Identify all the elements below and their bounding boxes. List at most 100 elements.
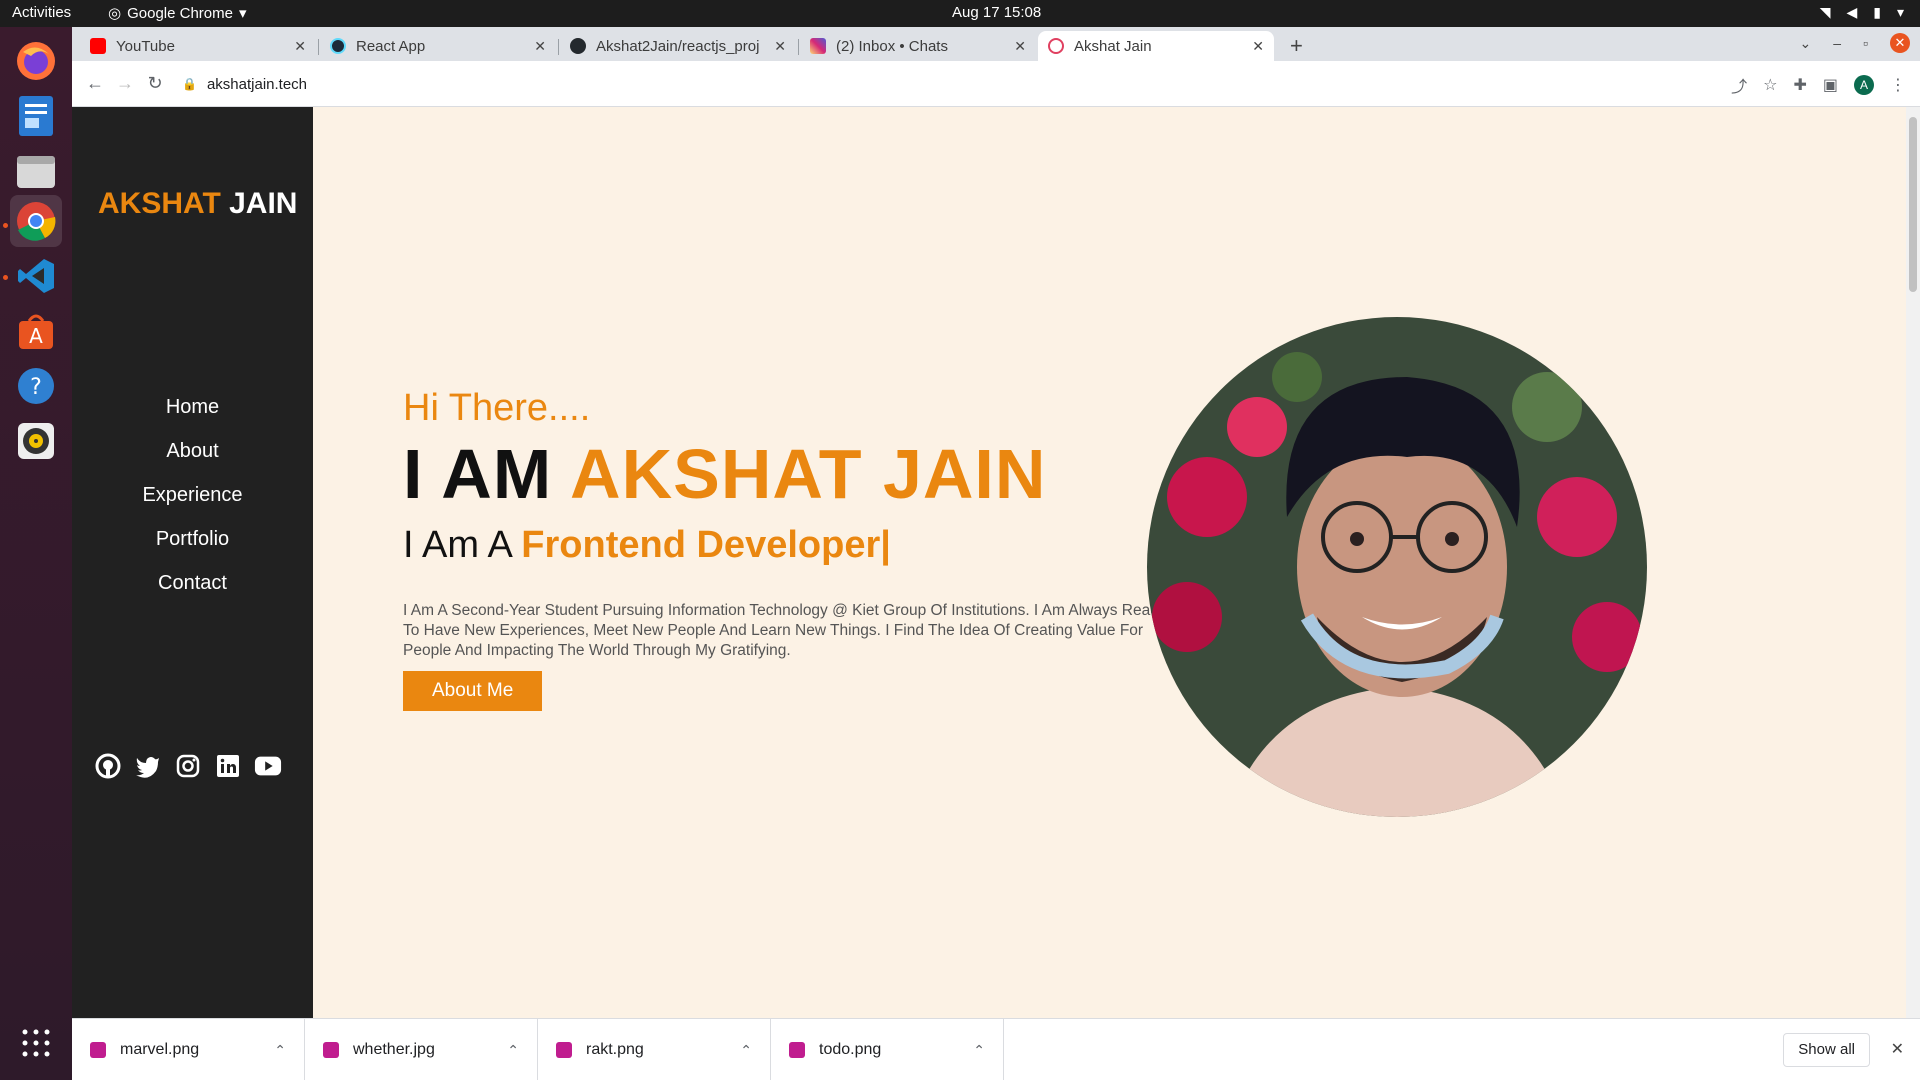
close-window-icon[interactable]: ✕	[1890, 33, 1910, 53]
chevron-up-icon[interactable]: ⌃	[973, 1042, 985, 1059]
new-tab-button[interactable]: +	[1290, 33, 1303, 59]
back-icon[interactable]: ←	[80, 73, 110, 94]
social-links	[94, 752, 282, 780]
close-icon[interactable]: ✕	[774, 38, 786, 55]
window-controls: ⌄ – ▫ ✕	[1800, 33, 1910, 53]
address-bar[interactable]: 🔒 akshatjain.tech	[182, 69, 1762, 99]
running-indicator	[3, 223, 8, 228]
system-top-bar: Activities ◎ Google Chrome ▾ Aug 17 15:0…	[0, 0, 1920, 27]
chrome-icon[interactable]	[10, 195, 62, 247]
react-favicon-icon	[330, 38, 346, 54]
download-filename: whether.jpg	[353, 1041, 435, 1058]
running-indicator	[3, 275, 8, 280]
side-panel-icon[interactable]: ▣	[1823, 75, 1838, 95]
svg-text:A: A	[29, 324, 43, 348]
reload-icon[interactable]: ↻	[140, 73, 170, 94]
page-viewport: AKSHAT JAIN Home About Experience Portfo…	[72, 107, 1920, 1018]
tab-separator	[798, 39, 799, 55]
heading-name: AKSHAT JAIN	[570, 435, 1047, 513]
tab-instagram[interactable]: (2) Inbox • Chats ✕	[800, 31, 1036, 61]
chevron-up-icon[interactable]: ⌃	[507, 1042, 519, 1059]
files-icon[interactable]	[10, 145, 62, 197]
about-me-button[interactable]: About Me	[403, 671, 543, 711]
tab-akshat-jain[interactable]: Akshat Jain ✕	[1038, 31, 1274, 61]
site-brand[interactable]: AKSHAT JAIN	[98, 187, 297, 221]
instagram-icon[interactable]	[174, 752, 202, 780]
tab-search-icon[interactable]: ⌄	[1800, 35, 1812, 52]
tab-separator	[558, 39, 559, 55]
download-item[interactable]: rakt.png ⌃	[538, 1019, 771, 1080]
clock[interactable]: Aug 17 15:08	[952, 4, 1041, 21]
tab-title: React App	[356, 37, 426, 55]
page-scrollbar[interactable]	[1906, 107, 1920, 1018]
help-icon[interactable]: ?	[10, 360, 62, 412]
show-all-button[interactable]: Show all	[1783, 1033, 1870, 1067]
rhythmbox-icon[interactable]	[10, 415, 62, 467]
extensions-icon[interactable]: ✚	[1793, 75, 1806, 95]
chevron-up-icon[interactable]: ⌃	[274, 1042, 286, 1059]
share-icon[interactable]: ⤴	[1731, 73, 1747, 97]
nav-experience[interactable]: Experience	[72, 473, 313, 517]
minimize-icon[interactable]: –	[1833, 35, 1841, 51]
download-item[interactable]: whether.jpg ⌃	[305, 1019, 538, 1080]
writer-icon[interactable]	[10, 90, 62, 142]
image-file-icon	[323, 1042, 339, 1058]
lock-icon[interactable]: 🔒	[182, 77, 197, 91]
linkedin-icon[interactable]	[214, 752, 242, 780]
volume-icon: ◀	[1846, 4, 1858, 20]
close-icon[interactable]: ✕	[1891, 1039, 1904, 1059]
nav-portfolio[interactable]: Portfolio	[72, 517, 313, 561]
hero-heading: I AM AKSHAT JAIN	[403, 434, 1203, 514]
tab-github[interactable]: Akshat2Jain/reactjs_proj ✕	[560, 31, 796, 61]
download-filename: rakt.png	[586, 1041, 644, 1058]
chevron-down-icon: ▾	[1896, 4, 1904, 20]
image-file-icon	[556, 1042, 572, 1058]
role-title: Frontend Developer|	[521, 524, 891, 566]
vscode-icon[interactable]	[10, 250, 62, 302]
close-icon[interactable]: ✕	[534, 38, 546, 55]
github-icon[interactable]	[94, 752, 122, 780]
close-icon[interactable]: ✕	[1014, 38, 1026, 55]
chevron-up-icon[interactable]: ⌃	[740, 1042, 752, 1059]
svg-text:?: ?	[30, 375, 42, 400]
instagram-favicon-icon	[810, 38, 826, 54]
restore-icon[interactable]: ▫	[1863, 35, 1868, 51]
twitter-icon[interactable]	[134, 752, 162, 780]
close-icon[interactable]: ✕	[1252, 38, 1264, 55]
forward-icon[interactable]: →	[110, 73, 140, 94]
browser-window: YouTube ✕ React App ✕ Akshat2Jain/reactj…	[72, 27, 1920, 1080]
profile-avatar[interactable]: A	[1854, 75, 1874, 95]
youtube-icon[interactable]	[254, 752, 282, 780]
chevron-down-icon: ▾	[238, 5, 247, 22]
tab-youtube[interactable]: YouTube ✕	[80, 31, 316, 61]
scrollbar-thumb[interactable]	[1909, 117, 1917, 292]
nav-about[interactable]: About	[72, 429, 313, 473]
youtube-favicon-icon	[90, 38, 106, 54]
hero-section: Hi There.... I AM AKSHAT JAIN I Am A Fro…	[403, 387, 1203, 711]
chrome-icon: ◎	[108, 5, 122, 22]
site-nav: Home About Experience Portfolio Contact	[72, 385, 313, 605]
download-item[interactable]: marvel.png ⌃	[72, 1019, 305, 1080]
url-text[interactable]: akshatjain.tech	[207, 76, 307, 93]
brand-first-name: AKSHAT	[98, 187, 221, 220]
download-item[interactable]: todo.png ⌃	[771, 1019, 1004, 1080]
activities-button[interactable]: Activities	[12, 4, 71, 21]
image-file-icon	[90, 1042, 106, 1058]
nav-contact[interactable]: Contact	[72, 561, 313, 605]
hero-description: I Am A Second-Year Student Pursuing Info…	[403, 602, 1167, 659]
nav-home[interactable]: Home	[72, 385, 313, 429]
app-grid-icon[interactable]	[10, 1017, 62, 1069]
firefox-icon[interactable]	[10, 35, 62, 87]
tab-react-app[interactable]: React App ✕	[320, 31, 556, 61]
wifi-icon: ◥	[1819, 4, 1831, 20]
close-icon[interactable]: ✕	[294, 38, 306, 55]
software-center-icon[interactable]: A	[10, 305, 62, 357]
toolbar-actions: ⤴ ☆ ✚ ▣ A ⋮	[1731, 73, 1906, 97]
system-tray[interactable]: ◥ ◀ ▮ ▾	[1820, 4, 1904, 21]
app-name: Google Chrome	[127, 4, 233, 22]
brand-last-name: JAIN	[229, 187, 298, 220]
app-menu[interactable]: ◎ Google Chrome ▾	[108, 4, 247, 23]
star-icon[interactable]: ☆	[1763, 75, 1777, 95]
dock: A ?	[0, 27, 72, 1080]
menu-icon[interactable]: ⋮	[1890, 75, 1906, 95]
